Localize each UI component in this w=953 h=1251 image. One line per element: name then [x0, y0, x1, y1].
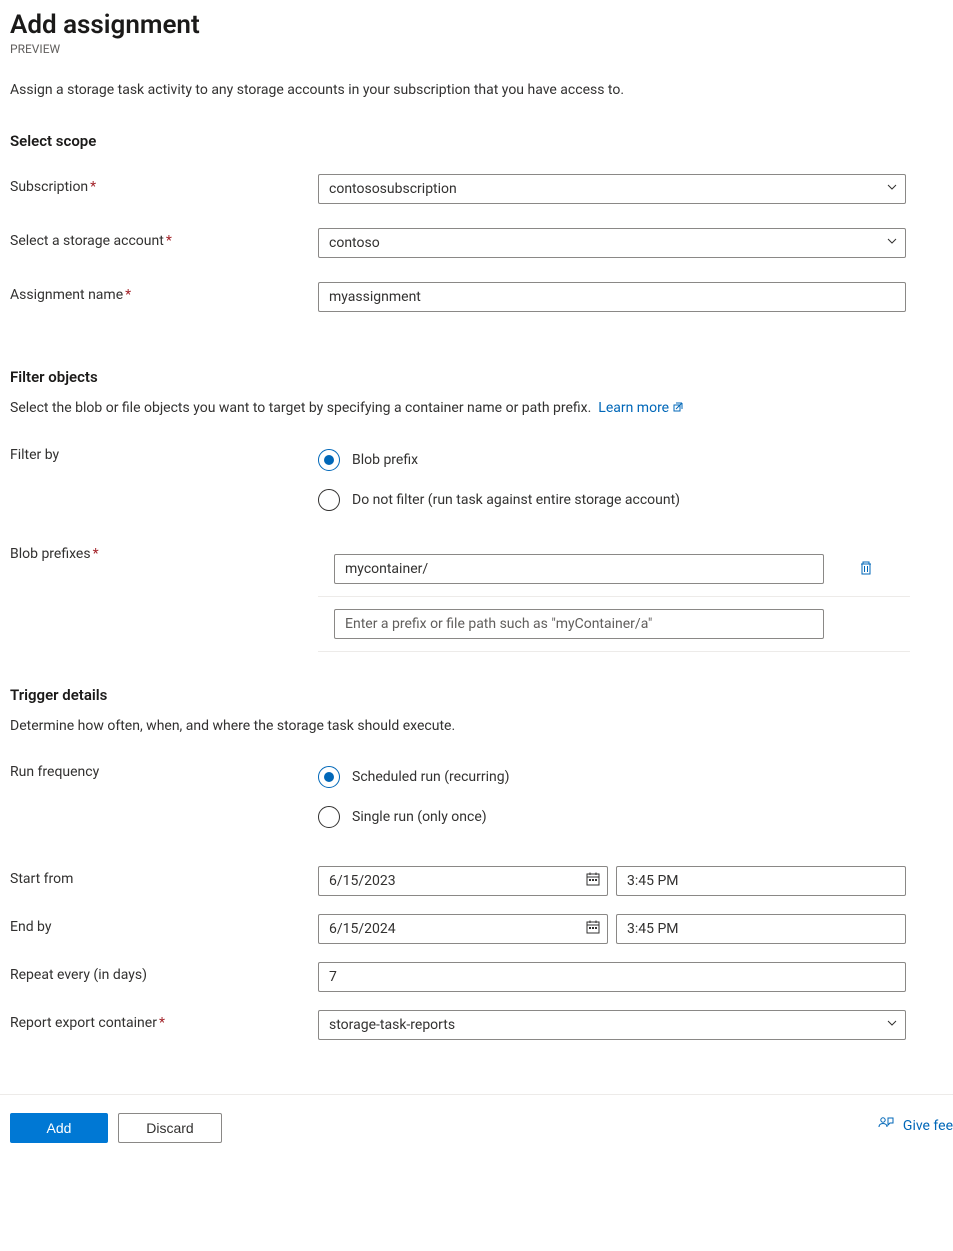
assignment-name-input[interactable]: [318, 282, 906, 312]
radio-no-filter-label: Do not filter (run task against entire s…: [352, 492, 680, 508]
learn-more-link[interactable]: Learn more: [598, 400, 685, 416]
delete-prefix-button[interactable]: [856, 558, 876, 581]
end-time-input[interactable]: [616, 914, 906, 944]
assignment-name-label: Assignment name*: [10, 282, 318, 303]
radio-do-not-filter[interactable]: Do not filter (run task against entire s…: [318, 489, 943, 511]
export-container-label: Report export container*: [10, 1010, 318, 1031]
end-date-input[interactable]: [318, 914, 608, 944]
radio-scheduled-run[interactable]: Scheduled run (recurring): [318, 766, 943, 788]
radio-blob-prefix[interactable]: Blob prefix: [318, 449, 943, 471]
end-date-picker[interactable]: [318, 914, 608, 944]
prefix-row: [318, 541, 910, 597]
section-select-scope: Select scope: [10, 132, 943, 150]
preview-badge: PREVIEW: [10, 42, 943, 56]
filter-by-radio-group: Blob prefix Do not filter (run task agai…: [318, 447, 943, 511]
required-star: *: [93, 546, 99, 562]
storage-account-label: Select a storage account*: [10, 228, 318, 249]
required-star: *: [125, 287, 131, 303]
export-container-label-text: Report export container: [10, 1015, 157, 1031]
external-link-icon: [673, 401, 685, 417]
radio-scheduled-label: Scheduled run (recurring): [352, 769, 510, 785]
filter-description: Select the blob or file objects you want…: [10, 400, 943, 417]
subscription-label-text: Subscription: [10, 179, 88, 195]
section-trigger-details: Trigger details: [10, 686, 943, 704]
filter-by-label: Filter by: [10, 447, 318, 463]
start-date-input[interactable]: [318, 866, 608, 896]
storage-account-value: contoso: [329, 235, 380, 251]
required-star: *: [166, 233, 172, 249]
subscription-label: Subscription*: [10, 174, 318, 195]
give-feedback-text: Give fee: [903, 1118, 953, 1134]
blob-prefixes-label: Blob prefixes*: [10, 541, 318, 562]
radio-icon: [318, 489, 340, 511]
storage-account-label-text: Select a storage account: [10, 233, 164, 249]
blob-prefixes-label-text: Blob prefixes: [10, 546, 91, 562]
export-container-value: storage-task-reports: [329, 1017, 455, 1033]
subscription-value: contososubscription: [329, 181, 457, 197]
export-container-dropdown[interactable]: storage-task-reports: [318, 1010, 906, 1040]
assignment-name-label-text: Assignment name: [10, 287, 123, 303]
required-star: *: [90, 179, 96, 195]
run-frequency-label: Run frequency: [10, 764, 318, 780]
start-from-label: Start from: [10, 866, 318, 887]
feedback-icon: [877, 1115, 895, 1137]
required-star: *: [159, 1015, 165, 1031]
radio-single-label: Single run (only once): [352, 809, 487, 825]
radio-single-run[interactable]: Single run (only once): [318, 806, 943, 828]
panel-header: Add assignment PREVIEW: [10, 10, 943, 56]
filter-description-text: Select the blob or file objects you want…: [10, 400, 591, 416]
radio-blob-prefix-label: Blob prefix: [352, 452, 418, 468]
start-date-picker[interactable]: [318, 866, 608, 896]
section-filter-objects: Filter objects: [10, 368, 943, 386]
start-time-input[interactable]: [616, 866, 906, 896]
prefix-row-new: [318, 597, 910, 652]
trash-icon: [858, 560, 874, 579]
radio-icon: [318, 806, 340, 828]
repeat-every-input[interactable]: [318, 962, 906, 992]
give-feedback-link[interactable]: Give fee: [877, 1115, 953, 1137]
repeat-every-label: Repeat every (in days): [10, 962, 318, 983]
prefix-input-new[interactable]: [334, 609, 824, 639]
end-by-label: End by: [10, 914, 318, 935]
prefix-list: [318, 541, 910, 652]
storage-account-dropdown[interactable]: contoso: [318, 228, 906, 258]
radio-icon: [318, 766, 340, 788]
radio-icon: [318, 449, 340, 471]
panel-title: Add assignment: [10, 10, 943, 40]
prefix-input[interactable]: [334, 554, 824, 584]
intro-text: Assign a storage task activity to any st…: [10, 82, 943, 98]
subscription-dropdown[interactable]: contososubscription: [318, 174, 906, 204]
add-button[interactable]: Add: [10, 1113, 108, 1143]
footer-bar: Add Discard Give fee: [0, 1094, 953, 1157]
trigger-description: Determine how often, when, and where the…: [10, 718, 943, 734]
learn-more-text: Learn more: [598, 400, 669, 416]
run-frequency-radio-group: Scheduled run (recurring) Single run (on…: [318, 764, 943, 828]
discard-button[interactable]: Discard: [118, 1113, 222, 1143]
